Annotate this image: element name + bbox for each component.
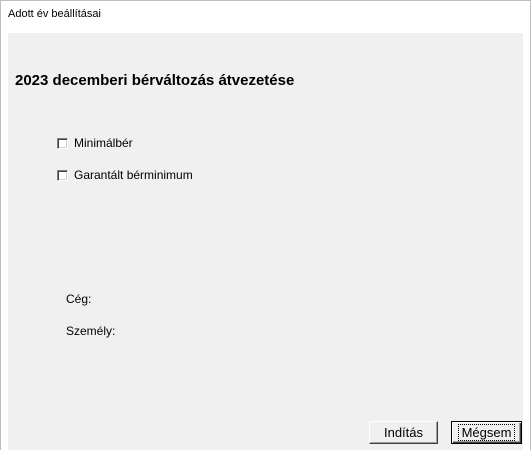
window-frame-right	[523, 33, 531, 450]
guaranteed-minimum-checkbox[interactable]: Garantált bérminimum	[57, 168, 193, 182]
start-button[interactable]: Indítás	[369, 421, 438, 444]
company-label: Cég:	[66, 292, 92, 306]
cancel-button[interactable]: Mégsem	[451, 421, 522, 444]
window-frame-left	[0, 33, 8, 450]
checkbox-box-icon[interactable]	[57, 169, 68, 181]
checkbox-box-icon[interactable]	[57, 137, 68, 149]
minimum-wage-label[interactable]: Minimálbér	[74, 136, 133, 150]
cancel-button-label: Mégsem	[457, 423, 516, 441]
dialog-window: Adott év beállításai 2023 decemberi bérv…	[0, 0, 531, 450]
title-bar[interactable]: Adott év beállításai	[0, 0, 531, 33]
window-title: Adott év beállításai	[8, 8, 101, 20]
minimum-wage-checkbox[interactable]: Minimálbér	[57, 136, 133, 150]
person-label: Személy:	[66, 324, 116, 338]
dialog-client-area	[8, 33, 523, 450]
guaranteed-minimum-label[interactable]: Garantált bérminimum	[74, 168, 193, 182]
page-title: 2023 decemberi bérváltozás átvezetése	[15, 72, 295, 89]
